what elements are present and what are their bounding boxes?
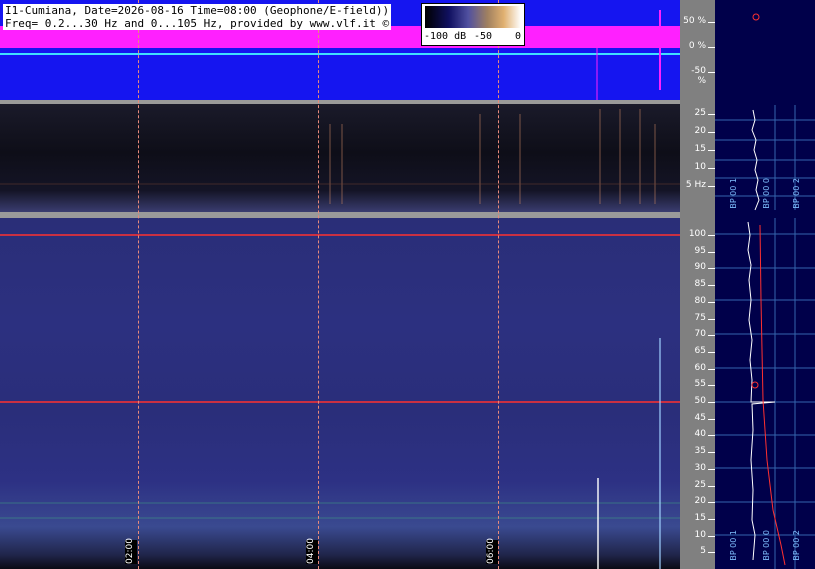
axis-tick-label: 25 (694, 108, 706, 118)
axis-tick-mark (708, 351, 715, 353)
axis-tick-mark (708, 552, 715, 554)
axis-tick-mark (708, 47, 715, 48)
axis-tick-label: 5 (700, 546, 706, 557)
bp-label: BP 00 0 (762, 530, 771, 561)
axis-tick-mark (708, 385, 715, 387)
peak-marker (752, 13, 760, 21)
colorbar-label: -50 (474, 31, 493, 42)
axis-tick-label: 20 (694, 126, 706, 136)
axis-tick-label: 85 (694, 279, 706, 290)
axis-tick-label: 50 % (683, 16, 706, 26)
axis-tick-label: 55 (694, 379, 706, 390)
axis-tick-mark (708, 186, 715, 187)
axis-tick-mark (708, 368, 715, 370)
axis-tick-mark (708, 502, 715, 504)
frequency-info: Freq= 0.2...30 Hz and 0...105 Hz, provid… (3, 17, 392, 30)
axis-tick-mark (708, 418, 715, 420)
colorbar-gradient (425, 6, 521, 28)
bp-label: BP 00 0 (762, 178, 771, 209)
axis-tick-mark (708, 22, 715, 23)
axis-tick-mark (708, 518, 715, 520)
time-label: 04:00 (306, 538, 318, 564)
axis-tick-mark (708, 132, 715, 133)
axis-tick-mark (708, 318, 715, 320)
spectrogram-low-panel (0, 104, 680, 212)
profile-marker (751, 381, 759, 389)
colorbar-legend: -100 dB -50 0 (421, 3, 525, 46)
colorbar-label: -100 dB (424, 31, 467, 42)
axis-tick-label: 10 (694, 162, 706, 172)
bp-label: BP 00 2 (792, 178, 801, 209)
axis-tick-mark (708, 485, 715, 487)
axis-tick-mark (708, 468, 715, 470)
axis-tick-mark (708, 535, 715, 537)
vlf-monitor-display: 02:00 04:00 06:00 I1-Cumiana, Date=2026-… (0, 0, 815, 569)
axis-tick-mark (708, 150, 715, 151)
axis-tick-label: 90 (694, 262, 706, 273)
spectrogram-low-streaks (0, 109, 680, 204)
axis-tick-mark (708, 452, 715, 454)
axis-tick-mark (708, 72, 715, 73)
axis-tick-label: 80 (694, 295, 706, 306)
axis-tick-label: 50 (694, 396, 706, 406)
axis-tick-mark (708, 435, 715, 437)
scale-panel: 50 % 0 % -50 % 25 20 15 10 5 Hz 100 95 90 85 80 75 7… (680, 0, 715, 569)
time-label: 02:00 (125, 538, 137, 564)
axis-tick-mark (708, 402, 715, 403)
axis-tick-label: 75 (694, 312, 706, 323)
axis-tick-mark (708, 335, 715, 337)
axis-tick-label: 20 (694, 496, 706, 507)
axis-tick-label: 95 (694, 245, 706, 256)
axis-tick-label: 45 (694, 412, 706, 423)
axis-tick-label: 30 (694, 462, 706, 473)
axis-tick-label: 40 (694, 429, 706, 440)
axis-tick-label: 35 (694, 446, 706, 457)
bp-label: BP 00 1 (729, 178, 738, 209)
axis-tick-label: 15 (694, 512, 706, 523)
spectrum-profile-plot (715, 13, 815, 569)
axis-tick-mark (708, 235, 715, 236)
station-title: I1-Cumiana, Date=2026-08-16 Time=08:00 (… (3, 4, 392, 17)
time-gridline (138, 0, 139, 569)
spectrogram-high-panel (0, 218, 680, 569)
time-label: 06:00 (486, 538, 498, 564)
axis-tick-mark (708, 114, 715, 115)
spectrogram-high-overlay (0, 234, 680, 569)
bp-label: BP 00 2 (792, 530, 801, 561)
axis-tick-label: 25 (694, 479, 706, 490)
axis-tick-label: 65 (694, 345, 706, 356)
axis-tick-label: -50 % (691, 66, 706, 86)
axis-tick-label: 70 (694, 329, 706, 340)
axis-tick-mark (708, 285, 715, 287)
axis-tick-mark (708, 268, 715, 270)
axis-tick-mark (708, 251, 715, 253)
axis-tick-label: 10 (694, 529, 706, 540)
axis-tick-label: 0 % (688, 41, 706, 51)
profile-fit (759, 224, 786, 566)
profile-trace-high (747, 221, 776, 561)
axis-tick-label: 15 (694, 144, 706, 154)
colorbar-label: 0 (515, 31, 522, 42)
axis-tick-label: 60 (694, 362, 706, 373)
spectrum-profile-panel: BP 00 1 BP 00 0 BP 00 2 BP 00 1 BP 00 0 … (715, 0, 815, 569)
axis-tick-mark (708, 301, 715, 303)
time-gridline (498, 0, 499, 569)
axis-tick-label: 100 (688, 229, 706, 239)
axis-tick-label: 5 Hz (685, 180, 706, 190)
time-gridline (318, 0, 319, 569)
bp-label: BP 00 1 (729, 530, 738, 561)
axis-tick-mark (708, 168, 715, 169)
